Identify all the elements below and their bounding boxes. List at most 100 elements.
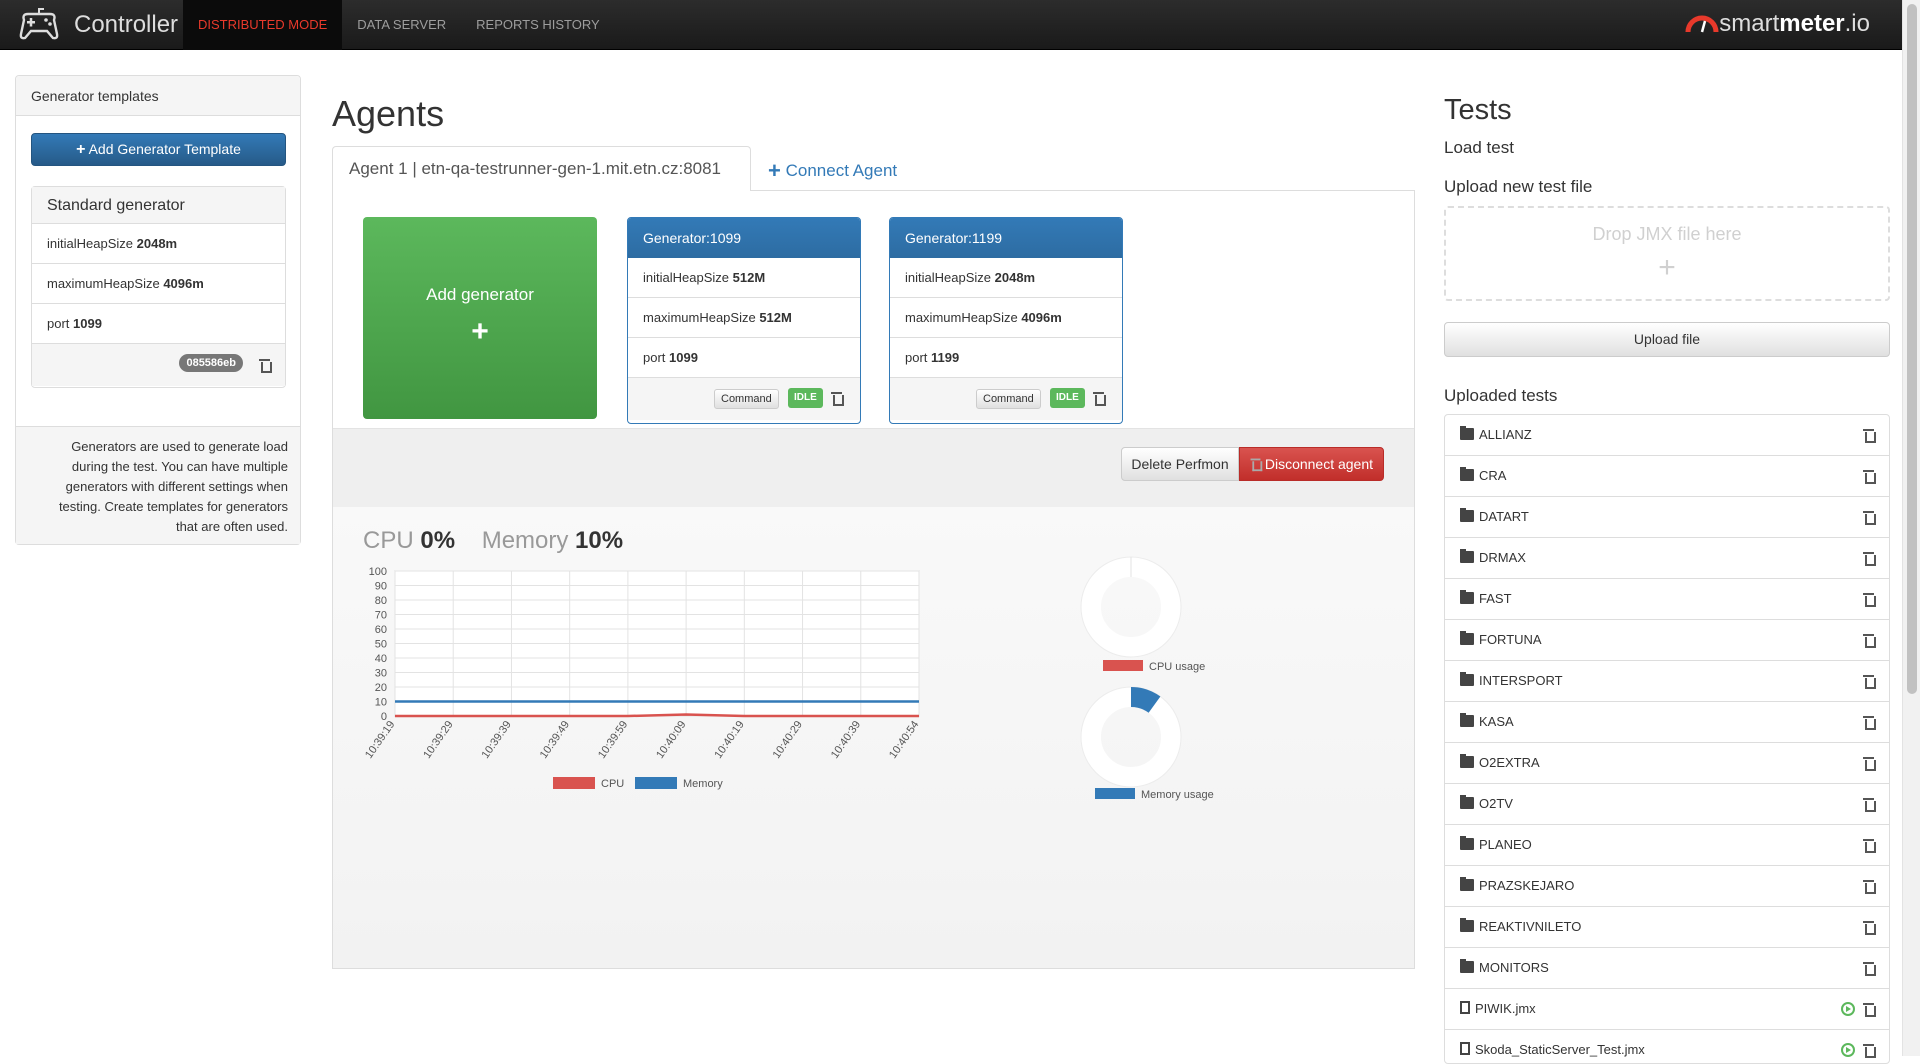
trash-icon[interactable]: [1863, 838, 1876, 853]
x-tick-label: 10:39:29: [421, 719, 455, 761]
trash-icon[interactable]: [1863, 756, 1876, 771]
donut-slice: [1130, 687, 1161, 714]
add-generator-template-button[interactable]: + Add Generator Template: [31, 133, 286, 166]
jmx-drop-zone[interactable]: Drop JMX file here +: [1444, 206, 1890, 301]
uploaded-tests-list: ALLIANZ CRA DATART DRMAX FAST FORTUNA INTERSPO…: [1444, 414, 1890, 1064]
connect-agent-label: Connect Agent: [785, 161, 898, 180]
test-folder-item[interactable]: O2EXTRA: [1445, 743, 1889, 784]
scrollbar-thumb[interactable]: [1907, 4, 1917, 694]
x-tick-label: 10:39:19: [363, 719, 397, 761]
row-key: initialHeapSize: [47, 236, 133, 251]
trash-icon[interactable]: [1863, 1002, 1876, 1017]
trash-icon[interactable]: [259, 358, 272, 373]
legend-swatch: [553, 777, 595, 789]
tab-agent-1[interactable]: Agent 1 | etn-qa-testrunner-gen-1.mit.et…: [332, 146, 751, 191]
folder-icon: [1460, 549, 1474, 563]
test-name: CRA: [1479, 468, 1507, 483]
delete-perfmon-button[interactable]: Delete Perfmon: [1121, 447, 1239, 481]
folder-icon: [1460, 713, 1474, 727]
connect-agent-tab[interactable]: + Connect Agent: [768, 158, 897, 184]
command-button[interactable]: Command: [976, 389, 1041, 409]
test-folder-item[interactable]: DATART: [1445, 497, 1889, 538]
test-folder-item[interactable]: O2TV: [1445, 784, 1889, 825]
page-title: Agents: [332, 93, 445, 134]
row-value: 2048m: [136, 236, 178, 251]
add-template-label: Add Generator Template: [88, 141, 241, 157]
test-name: PLANEO: [1479, 837, 1532, 852]
nav-distributed-mode[interactable]: DISTRIBUTED MODE: [183, 0, 343, 50]
generator-row: port 1099: [628, 338, 860, 378]
folder-icon: [1460, 795, 1474, 809]
trash-icon[interactable]: [1863, 1043, 1876, 1058]
folder-icon: [1460, 672, 1474, 686]
row-value: 1199: [931, 350, 960, 365]
upload-file-button[interactable]: Upload file: [1444, 322, 1890, 357]
cpu-memory-line-chart: 010203040506070809010010:39:19 10:39:29 10…: [363, 556, 1214, 801]
folder-icon: [1460, 754, 1474, 768]
brand[interactable]: Controller: [18, 0, 178, 50]
test-file-item[interactable]: Skoda_StaticServer_Test.jmx: [1445, 1030, 1889, 1063]
add-generator-button[interactable]: Add generator +: [363, 217, 597, 419]
trash-icon[interactable]: [1863, 674, 1876, 689]
play-icon[interactable]: [1841, 1002, 1855, 1016]
template-hash-badge: 085586eb: [179, 354, 243, 372]
folder-icon: [1460, 836, 1474, 850]
test-name: PRAZSKEJARO: [1479, 878, 1575, 893]
trash-icon[interactable]: [1863, 920, 1876, 935]
test-folder-item[interactable]: FORTUNA: [1445, 620, 1889, 661]
trash-icon: [1250, 458, 1263, 472]
add-generator-label: Add generator: [426, 285, 534, 304]
test-folder-item[interactable]: MONITORS: [1445, 948, 1889, 989]
test-folder-item[interactable]: DRMAX: [1445, 538, 1889, 579]
test-name: INTERSPORT: [1479, 673, 1563, 688]
folder-icon: [1460, 590, 1474, 604]
x-tick-label: 10:40:39: [829, 719, 863, 761]
page-scrollbar[interactable]: [1902, 0, 1920, 1056]
donut-track: [1081, 687, 1181, 787]
generator-title: Generator:1099: [628, 218, 860, 258]
x-tick-label: 10:40:54: [887, 719, 921, 761]
row-key: maximumHeapSize: [47, 276, 160, 291]
play-icon[interactable]: [1841, 1043, 1855, 1057]
test-folder-item[interactable]: FAST: [1445, 579, 1889, 620]
trash-icon[interactable]: [1863, 879, 1876, 894]
test-name: KASA: [1479, 714, 1514, 729]
test-folder-item[interactable]: ALLIANZ: [1445, 415, 1889, 456]
test-folder-item[interactable]: KASA: [1445, 702, 1889, 743]
test-folder-item[interactable]: PLANEO: [1445, 825, 1889, 866]
smartmeter-logo[interactable]: smart meter .io: [1685, 10, 1870, 38]
app-title: Controller: [74, 11, 179, 38]
nav-data-server[interactable]: DATA SERVER: [342, 0, 461, 50]
disconnect-agent-button[interactable]: Disconnect agent: [1239, 447, 1384, 481]
trash-icon[interactable]: [1863, 797, 1876, 812]
test-folder-item[interactable]: INTERSPORT: [1445, 661, 1889, 702]
trash-icon[interactable]: [1863, 633, 1876, 648]
trash-icon[interactable]: [831, 391, 844, 406]
template-name: Standard generator: [32, 187, 285, 224]
row-value: 512M: [759, 310, 792, 325]
folder-icon: [1460, 918, 1474, 932]
test-file-item[interactable]: PIWIK.jmx: [1445, 989, 1889, 1030]
trash-icon[interactable]: [1863, 592, 1876, 607]
test-folder-item[interactable]: CRA: [1445, 456, 1889, 497]
command-button[interactable]: Command: [714, 389, 779, 409]
nav-reports-history[interactable]: REPORTS HISTORY: [461, 0, 615, 50]
trash-icon[interactable]: [1863, 428, 1876, 443]
generator-footer: Command IDLE: [890, 378, 1122, 420]
trash-icon[interactable]: [1093, 391, 1106, 406]
row-value: 512M: [732, 270, 766, 285]
trash-icon[interactable]: [1863, 551, 1876, 566]
test-name: PIWIK.jmx: [1475, 1001, 1536, 1016]
trash-icon[interactable]: [1863, 469, 1876, 484]
trash-icon[interactable]: [1863, 961, 1876, 976]
x-tick-label: 10:39:39: [480, 719, 514, 761]
test-name: ALLIANZ: [1479, 427, 1532, 442]
test-folder-item[interactable]: PRAZSKEJARO: [1445, 866, 1889, 907]
test-name: FORTUNA: [1479, 632, 1542, 647]
test-folder-item[interactable]: REAKTIVNILETO: [1445, 907, 1889, 948]
trash-icon[interactable]: [1863, 510, 1876, 525]
test-name: MONITORS: [1479, 960, 1549, 975]
template-row: port 1099: [32, 304, 285, 344]
trash-icon[interactable]: [1863, 715, 1876, 730]
row-value: 4096m: [1021, 310, 1062, 325]
